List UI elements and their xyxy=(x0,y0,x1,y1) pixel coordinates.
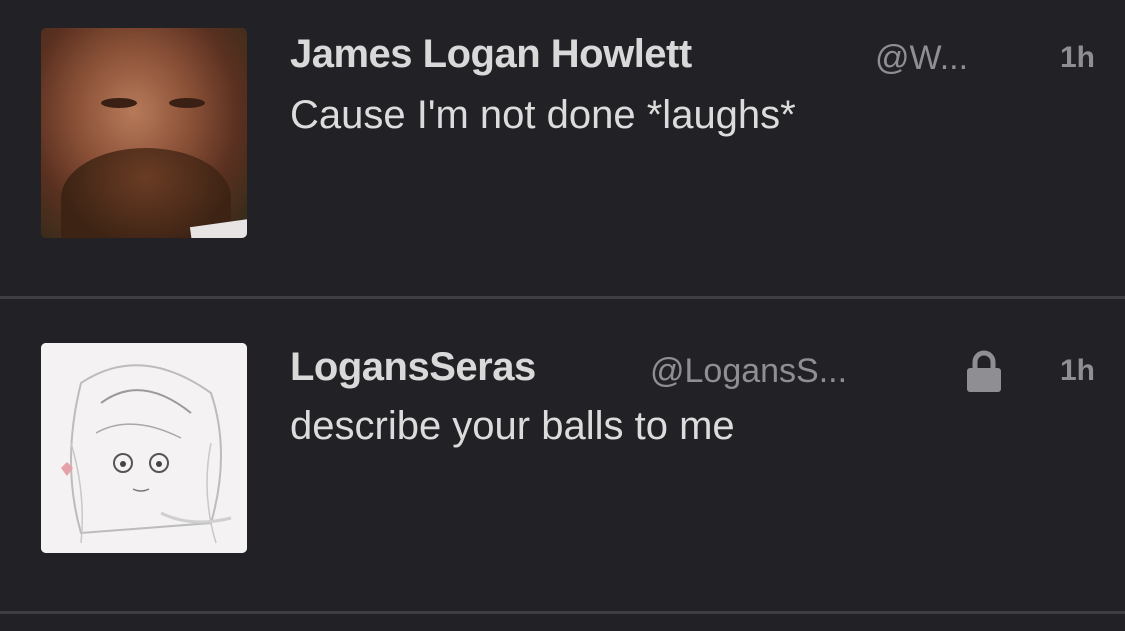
avatar-eye-detail xyxy=(169,98,205,108)
tweet-timestamp[interactable]: 1h xyxy=(1060,40,1095,76)
divider xyxy=(0,296,1125,299)
tweet-text: Cause I'm not done *laughs* xyxy=(290,93,796,137)
tweet-item[interactable]: LogansSeras @LogansS... 1h describe your… xyxy=(0,300,1125,610)
user-sketch-icon xyxy=(41,343,247,553)
divider xyxy=(0,611,1125,614)
tweet-header: LogansSeras @LogansS... 1h xyxy=(290,345,1095,392)
user-handle[interactable]: @W... xyxy=(875,38,968,78)
user-name[interactable]: James Logan Howlett xyxy=(290,32,692,76)
timeline: James Logan Howlett @W... 1h Cause I'm n… xyxy=(0,0,1125,631)
user-handle[interactable]: @LogansS... xyxy=(650,351,847,391)
avatar-eye-detail xyxy=(101,98,137,108)
tweet-header: James Logan Howlett @W... 1h xyxy=(290,32,1095,78)
tweet-item[interactable]: James Logan Howlett @W... 1h Cause I'm n… xyxy=(0,0,1125,296)
lock-icon xyxy=(967,350,1001,392)
avatar[interactable] xyxy=(41,28,247,238)
user-name[interactable]: LogansSeras xyxy=(290,345,536,389)
tweet-timestamp[interactable]: 1h xyxy=(1060,353,1095,389)
avatar[interactable] xyxy=(41,343,247,553)
tweet-text: describe your balls to me xyxy=(290,404,735,448)
